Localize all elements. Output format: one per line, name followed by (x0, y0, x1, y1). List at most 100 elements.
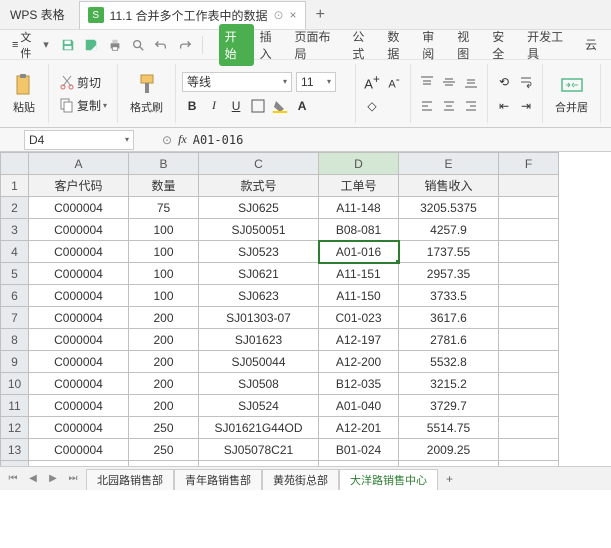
chevron-down-icon[interactable]: ▾ (125, 135, 129, 144)
cell[interactable]: 250 (129, 417, 199, 439)
pin-icon[interactable]: ⊙ (273, 8, 283, 22)
fill-color-button[interactable] (270, 96, 290, 116)
cell[interactable]: 200 (129, 373, 199, 395)
menu-tab[interactable]: 开始 (219, 24, 254, 66)
cell[interactable] (499, 373, 559, 395)
row-header[interactable]: 3 (1, 219, 29, 241)
cell[interactable]: SJ0524 (199, 395, 319, 417)
cell[interactable]: C000004 (29, 395, 129, 417)
align-left-icon[interactable] (417, 96, 437, 116)
copy-button[interactable]: 复制▾ (55, 95, 111, 116)
menu-tab[interactable]: 开发工具 (521, 24, 579, 66)
cell[interactable]: C000004 (29, 307, 129, 329)
new-tab-button[interactable]: + (306, 6, 335, 24)
cell[interactable]: 3733.5 (399, 285, 499, 307)
column-header[interactable] (1, 153, 29, 175)
cell[interactable]: SJ050044 (199, 351, 319, 373)
clear-format-icon[interactable]: ◇ (362, 96, 382, 116)
row-header[interactable]: 7 (1, 307, 29, 329)
cell[interactable]: 3215.2 (399, 373, 499, 395)
menu-tab[interactable]: 数据 (381, 24, 416, 66)
sheet-tab[interactable]: 北园路销售部 (86, 469, 174, 491)
menu-tab[interactable]: 审阅 (416, 24, 451, 66)
cell[interactable]: 75 (129, 197, 199, 219)
cell[interactable]: 1737.55 (399, 241, 499, 263)
cell[interactable]: C000004 (29, 197, 129, 219)
cell[interactable]: A11-148 (319, 197, 399, 219)
cell[interactable]: 250 (129, 439, 199, 461)
cell[interactable] (499, 263, 559, 285)
cell[interactable]: C000004 (29, 263, 129, 285)
sheet-nav-button[interactable]: ⏭ (64, 470, 82, 488)
cell[interactable]: A12-197 (319, 329, 399, 351)
column-header[interactable]: F (499, 153, 559, 175)
fx-icon[interactable]: fx (178, 132, 187, 147)
cell[interactable]: 200 (129, 307, 199, 329)
format-painter-button[interactable]: 格式刷 (124, 64, 169, 123)
sheet-tab[interactable]: 大洋路销售中心 (339, 469, 438, 491)
cell[interactable]: 2009.25 (399, 439, 499, 461)
cell[interactable]: 100 (129, 241, 199, 263)
align-top-icon[interactable] (417, 72, 437, 92)
cell[interactable] (499, 417, 559, 439)
undo-icon[interactable] (153, 36, 170, 54)
row-header[interactable]: 10 (1, 373, 29, 395)
cell[interactable]: 3205.5375 (399, 197, 499, 219)
row-header[interactable]: 12 (1, 417, 29, 439)
font-name-select[interactable]: 等线▾ (182, 72, 292, 92)
header-cell[interactable]: 款式号 (199, 175, 319, 197)
cell[interactable]: SJ0508 (199, 373, 319, 395)
align-center-icon[interactable] (439, 96, 459, 116)
column-header[interactable]: B (129, 153, 199, 175)
cell[interactable]: A11-151 (319, 263, 399, 285)
indent-decrease-icon[interactable]: ⇤ (494, 96, 514, 116)
spreadsheet-grid[interactable]: ABCDEF1客户代码数量款式号工单号销售收入2C00000475SJ0625A… (0, 152, 559, 483)
cell[interactable]: SJ01623 (199, 329, 319, 351)
cell[interactable] (499, 395, 559, 417)
menu-tab[interactable]: 安全 (486, 24, 521, 66)
row-header[interactable]: 2 (1, 197, 29, 219)
row-header[interactable]: 9 (1, 351, 29, 373)
indent-increase-icon[interactable]: ⇥ (516, 96, 536, 116)
cell[interactable]: SJ0623 (199, 285, 319, 307)
cell[interactable]: C000004 (29, 373, 129, 395)
cell[interactable]: 3617.6 (399, 307, 499, 329)
cell[interactable]: A01-040 (319, 395, 399, 417)
cell[interactable]: 100 (129, 263, 199, 285)
row-header[interactable]: 1 (1, 175, 29, 197)
trace-icon[interactable]: ⊙ (162, 133, 172, 147)
cell[interactable]: C000004 (29, 439, 129, 461)
cell[interactable]: SJ05078C21 (199, 439, 319, 461)
column-header[interactable]: E (399, 153, 499, 175)
border-button[interactable] (248, 96, 268, 116)
cell[interactable]: SJ0621 (199, 263, 319, 285)
cell[interactable]: A11-150 (319, 285, 399, 307)
header-cell[interactable]: 销售收入 (399, 175, 499, 197)
decrease-font-icon[interactable]: A- (384, 72, 404, 92)
sheet-nav-button[interactable]: ⏮ (4, 470, 22, 488)
align-bottom-icon[interactable] (461, 72, 481, 92)
header-cell[interactable] (499, 175, 559, 197)
cell[interactable] (499, 329, 559, 351)
cell[interactable] (499, 285, 559, 307)
column-header[interactable]: A (29, 153, 129, 175)
bold-button[interactable]: B (182, 96, 202, 116)
cell[interactable]: 200 (129, 329, 199, 351)
name-box[interactable]: D4 ▾ (24, 130, 134, 150)
cell[interactable]: 2957.35 (399, 263, 499, 285)
menu-tab[interactable]: 云 (579, 32, 603, 57)
redo-icon[interactable] (176, 36, 193, 54)
cell[interactable]: SJ01621G44OD (199, 417, 319, 439)
cell[interactable]: 100 (129, 285, 199, 307)
header-cell[interactable]: 工单号 (319, 175, 399, 197)
formula-input[interactable]: A01-016 (193, 133, 244, 147)
cell[interactable] (499, 219, 559, 241)
cell[interactable]: C000004 (29, 285, 129, 307)
cell[interactable]: 3729.7 (399, 395, 499, 417)
cell[interactable]: C000004 (29, 329, 129, 351)
cell[interactable]: 4257.9 (399, 219, 499, 241)
column-header[interactable]: D (319, 153, 399, 175)
cell[interactable]: B12-035 (319, 373, 399, 395)
wrap-text-icon[interactable] (516, 72, 536, 92)
row-header[interactable]: 13 (1, 439, 29, 461)
